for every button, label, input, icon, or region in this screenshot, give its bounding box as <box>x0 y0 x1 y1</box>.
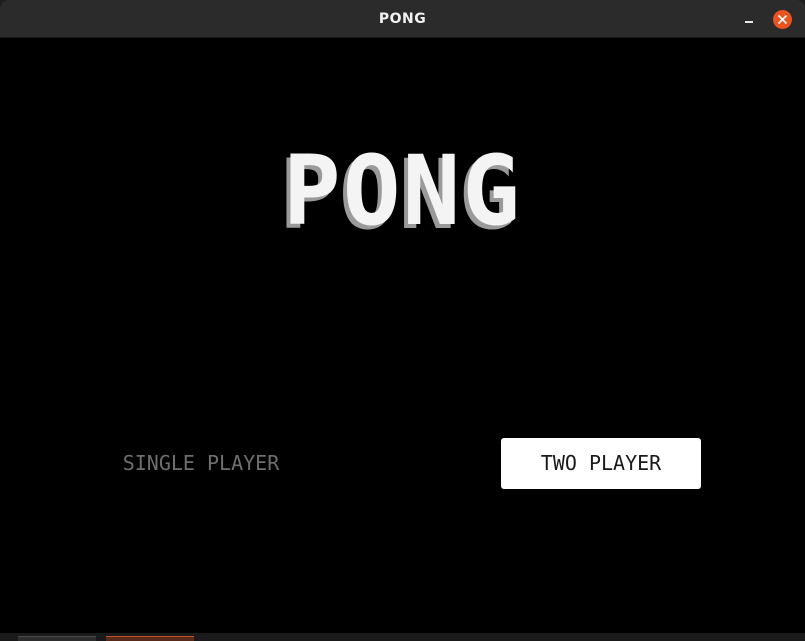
close-button[interactable] <box>773 10 792 29</box>
app-window: PONG PONG SINGLE PLAYER TWO PLAYER <box>0 0 805 641</box>
close-icon <box>778 15 787 24</box>
game-canvas[interactable]: PONG SINGLE PLAYER TWO PLAYER <box>0 38 805 641</box>
title-bar[interactable]: PONG <box>0 0 805 38</box>
single-player-button[interactable]: SINGLE PLAYER <box>110 438 292 488</box>
background-tab <box>18 636 96 641</box>
window-title: PONG <box>378 11 427 27</box>
background-tab <box>106 636 194 641</box>
game-logo: PONG <box>282 135 523 247</box>
minimize-button[interactable] <box>737 9 759 31</box>
background-window-strip <box>0 633 805 641</box>
two-player-button[interactable]: TWO PLAYER <box>501 438 701 489</box>
